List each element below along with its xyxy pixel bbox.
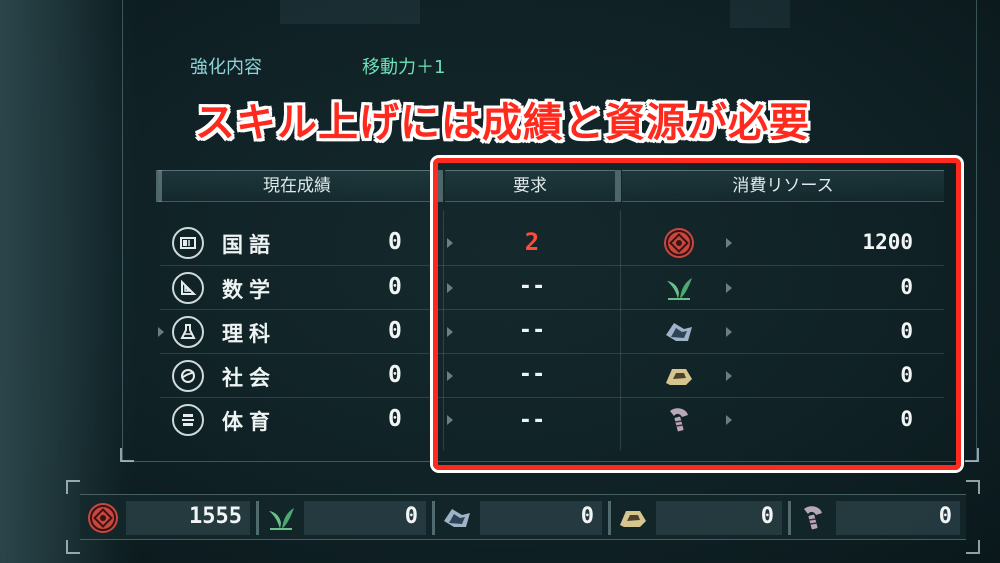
subject-name: 数学 (222, 278, 276, 302)
subject-name: 理科 (222, 322, 276, 346)
score-value: 0 (388, 318, 402, 344)
subject-name: 国語 (222, 233, 276, 257)
resource-value: 0 (580, 504, 594, 529)
resource-separator (788, 501, 791, 535)
game-screen: 強化内容 移動力＋1 スキル上げには成績と資源が必要 現在成績 要求 消費リソー… (0, 0, 1000, 563)
resource-separator (256, 501, 259, 535)
ore-icon (616, 501, 650, 535)
pe-icon (172, 404, 204, 436)
score-value: 0 (388, 229, 402, 255)
resource-value: 0 (938, 504, 952, 529)
frame-corner-br (965, 448, 979, 462)
resource-separator (608, 501, 611, 535)
flask-icon (172, 316, 204, 348)
bar-corner-br (966, 540, 980, 554)
resource-cell-screw: 0 (792, 495, 966, 541)
bar-corner-tr (966, 480, 980, 494)
resource-cell-coin: 1555 (80, 495, 256, 541)
score-value: 0 (388, 274, 402, 300)
resource-cell-cloth: 0 (436, 495, 608, 541)
bar-corner-bl (66, 540, 80, 554)
triangle-ruler-icon (172, 272, 204, 304)
enhancement-value: 移動力＋1 (362, 57, 446, 78)
subject-name: 社会 (222, 366, 276, 390)
bg-deco-left (0, 0, 120, 563)
subject-name: 体育 (222, 410, 276, 434)
enhancement-label: 強化内容 (190, 57, 262, 78)
headline-caption: スキル上げには成績と資源が必要 (195, 100, 810, 146)
resource-cell-leaf: 0 (260, 495, 432, 541)
resource-value: 0 (760, 504, 774, 529)
highlight-box (433, 158, 961, 470)
score-value: 0 (388, 406, 402, 432)
frame-corner-bl (120, 448, 134, 462)
leaf-sprout-icon (264, 501, 298, 535)
row-selector-arrow-icon (158, 327, 164, 337)
coin-emblem-icon (86, 501, 120, 535)
header-scores-label: 現在成績 (263, 176, 331, 196)
book-icon (172, 227, 204, 259)
cloth-icon (440, 501, 474, 535)
resource-value: 1555 (189, 504, 242, 529)
header-divider-1 (156, 170, 162, 202)
resource-separator (432, 501, 435, 535)
score-value: 0 (388, 362, 402, 388)
header-scores: 現在成績 (158, 170, 436, 202)
globe-icon (172, 360, 204, 392)
screw-icon (796, 501, 830, 535)
bar-corner-tl (66, 480, 80, 494)
resource-bar: 1555 0 0 0 0 (80, 494, 966, 540)
resource-cell-ore: 0 (612, 495, 788, 541)
resource-value: 0 (404, 504, 418, 529)
